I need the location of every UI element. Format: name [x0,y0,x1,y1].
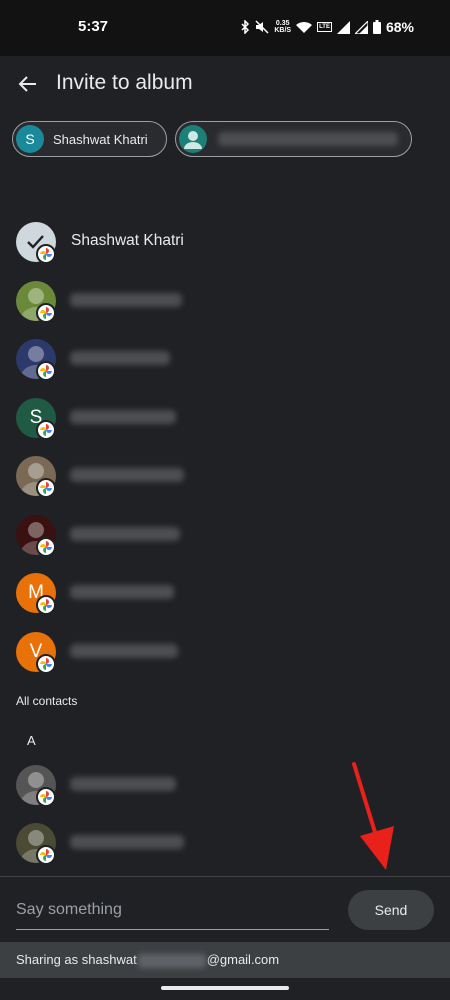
net-speed: 0.35 KB/S [274,20,292,34]
home-gesture-handle[interactable] [161,986,289,990]
contact-name: Shashwat Khatri [71,232,184,249]
app-bar: Invite to album [0,56,450,116]
send-button[interactable]: Send [348,890,434,930]
page-title: Invite to album [56,71,193,94]
arrow-left-icon[interactable] [16,72,40,96]
status-bar: 5:37 0.35 KB/S LTE 68% [0,0,450,56]
google-photos-icon [36,653,56,674]
google-photos-icon [36,302,56,323]
all-contacts-heading: All contacts [16,694,78,708]
redacted-contact-name [70,526,180,541]
battery-icon [372,20,381,34]
google-photos-icon [36,419,56,440]
suggested-contact-item[interactable]: V [0,623,450,681]
redacted-contact-name [70,643,178,658]
google-photos-icon [36,244,56,264]
google-photos-icon [36,478,56,498]
redacted-contact-name [70,351,170,365]
sharing-as-text: Sharing as shashwat @gmail.com [16,952,280,968]
suggested-contact-item[interactable]: Shashwat Khatri [0,213,450,271]
chip-avatar: S [16,125,44,153]
lte-badge: LTE [317,22,332,32]
redacted-contact-name [70,409,176,424]
red-arrow-annotation [352,762,394,870]
suggested-contact-item[interactable] [0,506,450,564]
bluetooth-icon [241,20,250,34]
recipient-chip-blurred[interactable] [175,121,412,157]
google-photos-icon [36,787,56,807]
redacted-chip-label [218,132,398,146]
mute-icon [255,20,269,34]
signal-icon [336,20,350,34]
google-photos-icon [36,536,56,557]
signal-icon-2 [354,20,368,34]
suggested-contact-item[interactable] [0,447,450,505]
google-photos-icon [36,845,56,865]
suggested-contact-item[interactable] [0,330,450,388]
google-photos-icon [36,361,56,381]
redacted-contact-name [70,585,174,599]
message-field[interactable] [16,892,329,930]
person-icon [179,125,207,153]
redacted-contact-name [70,468,184,482]
nav-bar [0,978,450,1000]
redacted-contact-name [70,835,184,849]
divider [0,876,450,877]
google-photos-icon [36,595,56,615]
suggested-contact-item[interactable] [0,272,450,330]
status-time: 5:37 [78,18,109,35]
wifi-icon [296,21,313,33]
suggested-contact-item[interactable]: M [0,564,450,622]
suggested-contact-item[interactable]: S [0,389,450,447]
letter-divider: A [27,733,36,748]
recipient-chip-shashwat[interactable]: S Shashwat Khatri [12,121,167,157]
message-input[interactable] [16,892,329,928]
redacted-contact-name [70,292,182,307]
battery-percent: 68% [385,19,414,35]
status-icons: 0.35 KB/S LTE 68% [240,19,414,35]
redacted-contact-name [70,777,176,791]
sharing-as-bar: Sharing as shashwat @gmail.com [0,942,450,978]
redacted-email [137,953,206,968]
chip-label: Shashwat Khatri [53,132,148,147]
